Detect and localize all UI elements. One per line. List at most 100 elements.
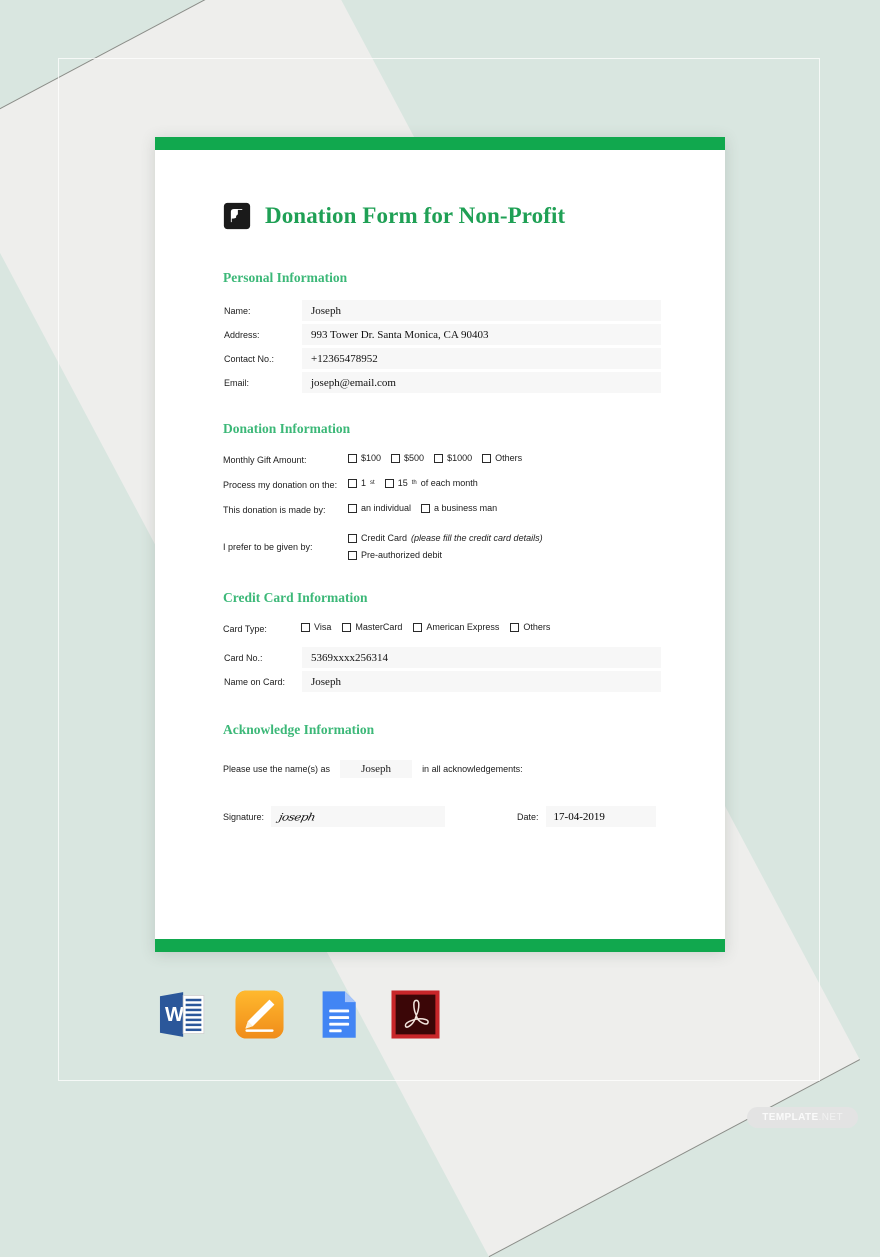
option-superscript: st	[370, 480, 375, 486]
checkbox-icon[interactable]	[391, 453, 401, 463]
label-payment-method: I prefer to be given by:	[223, 541, 313, 552]
field-row-email: Email: joseph@email.com	[223, 372, 661, 393]
acknowledge-name-input[interactable]: Joseph	[340, 760, 413, 778]
checkbox-icon[interactable]	[348, 478, 357, 488]
date-input[interactable]: 17-04-2019	[545, 806, 656, 827]
acknowledge-prefix-text: Please use the name(s) as	[223, 764, 331, 774]
date-group: Date: 17-04-2019	[517, 806, 656, 827]
checkbox-option-credit-card[interactable]: Credit Card (please fill the credit card …	[348, 533, 543, 543]
document-bottom-bar	[155, 939, 725, 952]
checkbox-option-visa[interactable]: Visa	[301, 622, 331, 632]
label-name: Name:	[224, 305, 251, 316]
section-heading-acknowledge: Acknowledge Information	[223, 722, 375, 737]
section-heading-donation: Donation Information	[223, 421, 351, 436]
options-payment-method: Credit Card (please fill the credit card …	[348, 533, 543, 560]
row-process-date: Process my donation on the: 1st 15th of …	[223, 478, 661, 492]
signature-input[interactable]: joseph	[271, 806, 446, 827]
option-label: Others	[523, 622, 551, 632]
value-address[interactable]: 993 Tower Dr. Santa Monica, CA 90403	[302, 324, 661, 345]
option-label: MasterCard	[355, 622, 403, 632]
label-contact-no: Contact No.:	[224, 353, 275, 364]
checkbox-icon[interactable]	[342, 622, 352, 632]
checkbox-option-pre-authorized-debit[interactable]: Pre-authorized debit	[348, 550, 442, 560]
checkbox-icon[interactable]	[421, 503, 431, 513]
section-credit-card-information: Credit Card Information Card Type: Visa …	[223, 590, 661, 692]
file-format-icons: W	[155, 988, 442, 1041]
section-acknowledge-information: Acknowledge Information Please use the n…	[223, 722, 661, 827]
label-card-no: Card No.:	[224, 652, 263, 663]
section-heading-credit-card: Credit Card Information	[223, 590, 368, 605]
options-donor-type: an individual a business man	[348, 503, 497, 513]
checkbox-icon[interactable]	[384, 478, 394, 488]
option-label: a business man	[434, 503, 498, 513]
document-body: Donation Form for Non-Profit Personal In…	[155, 150, 725, 939]
option-label: Credit Card	[361, 533, 408, 543]
row-donor-type: This donation is made by: an individual …	[223, 503, 661, 517]
page-title: Donation Form for Non-Profit	[265, 203, 566, 228]
checkbox-option-gift-1000[interactable]: $1000	[434, 453, 472, 463]
apple-pages-icon[interactable]	[233, 988, 286, 1041]
value-name-on-card[interactable]: Joseph	[302, 671, 661, 692]
field-row-card-no: Card No.: 5369xxxx256314	[223, 647, 661, 668]
checkbox-icon[interactable]	[348, 453, 357, 463]
checkbox-icon[interactable]	[348, 533, 357, 543]
checkbox-option-day-15th[interactable]: 15th	[384, 478, 417, 488]
value-card-no[interactable]: 5369xxxx256314	[302, 647, 661, 668]
leaf-square-logo-icon	[223, 202, 251, 230]
label-card-type: Card Type:	[223, 624, 267, 634]
process-date-tail-text: of each month	[420, 478, 478, 488]
option-label: Others	[495, 453, 523, 463]
label-email: Email:	[224, 377, 250, 388]
options-monthly-gift-amount: $100 $500 $1000 Others	[348, 453, 522, 463]
label-address: Address:	[224, 329, 260, 340]
option-label: American Express	[426, 622, 500, 632]
option-label: $100	[361, 453, 382, 463]
google-docs-icon[interactable]	[311, 988, 364, 1041]
options-card-type: Visa MasterCard American Express Others	[301, 622, 550, 632]
option-label: an individual	[361, 503, 412, 513]
option-label: $1000	[447, 453, 473, 463]
microsoft-word-icon[interactable]: W	[155, 988, 208, 1041]
label-name-on-card: Name on Card:	[224, 676, 286, 687]
value-name[interactable]: Joseph	[302, 300, 661, 321]
checkbox-option-gift-others[interactable]: Others	[482, 453, 522, 463]
adobe-pdf-icon[interactable]	[389, 988, 442, 1041]
value-email[interactable]: joseph@email.com	[302, 372, 661, 393]
options-process-date: 1st 15th of each month	[348, 478, 478, 488]
field-row-address: Address: 993 Tower Dr. Santa Monica, CA …	[223, 324, 661, 345]
checkbox-icon[interactable]	[348, 503, 357, 513]
checkbox-option-gift-500[interactable]: $500	[391, 453, 424, 463]
template-net-watermark: TEMPLATE.NET	[747, 1107, 858, 1128]
checkbox-icon[interactable]	[510, 622, 520, 632]
section-personal-information: Personal Information Name: Joseph Addres…	[223, 270, 661, 393]
checkbox-option-gift-100[interactable]: $100	[348, 453, 381, 463]
checkbox-icon[interactable]	[301, 622, 310, 632]
label-signature: Signature:	[223, 811, 265, 822]
option-label: Visa	[314, 622, 332, 632]
value-contact-no[interactable]: +12365478952	[302, 348, 661, 369]
checkbox-icon[interactable]	[348, 550, 357, 560]
checkbox-option-business-man[interactable]: a business man	[421, 503, 497, 513]
document-header: Donation Form for Non-Profit	[223, 202, 661, 230]
watermark-light-text: .NET	[818, 1112, 843, 1123]
acknowledge-name-line: Please use the name(s) as Joseph in all …	[223, 760, 661, 778]
checkbox-icon[interactable]	[482, 453, 492, 463]
checkbox-option-mastercard[interactable]: MasterCard	[342, 622, 402, 632]
option-label: Pre-authorized debit	[361, 550, 443, 560]
checkbox-icon[interactable]	[434, 453, 444, 463]
label-monthly-gift-amount: Monthly Gift Amount:	[223, 455, 307, 465]
option-label: 1	[361, 478, 367, 488]
checkbox-icon[interactable]	[413, 622, 423, 632]
document-top-bar	[155, 137, 725, 150]
row-payment-method: I prefer to be given by: Credit Card (ple…	[223, 533, 661, 560]
checkbox-option-day-1st[interactable]: 1st	[348, 478, 375, 488]
signature-value: joseph	[277, 810, 317, 823]
checkbox-option-american-express[interactable]: American Express	[413, 622, 499, 632]
checkbox-option-individual[interactable]: an individual	[348, 503, 411, 513]
label-date: Date:	[517, 811, 539, 822]
document-sheet: Donation Form for Non-Profit Personal In…	[155, 137, 725, 952]
field-row-name: Name: Joseph	[223, 300, 661, 321]
field-row-name-on-card: Name on Card: Joseph	[223, 671, 661, 692]
svg-text:W: W	[165, 1004, 184, 1026]
checkbox-option-card-others[interactable]: Others	[510, 622, 550, 632]
